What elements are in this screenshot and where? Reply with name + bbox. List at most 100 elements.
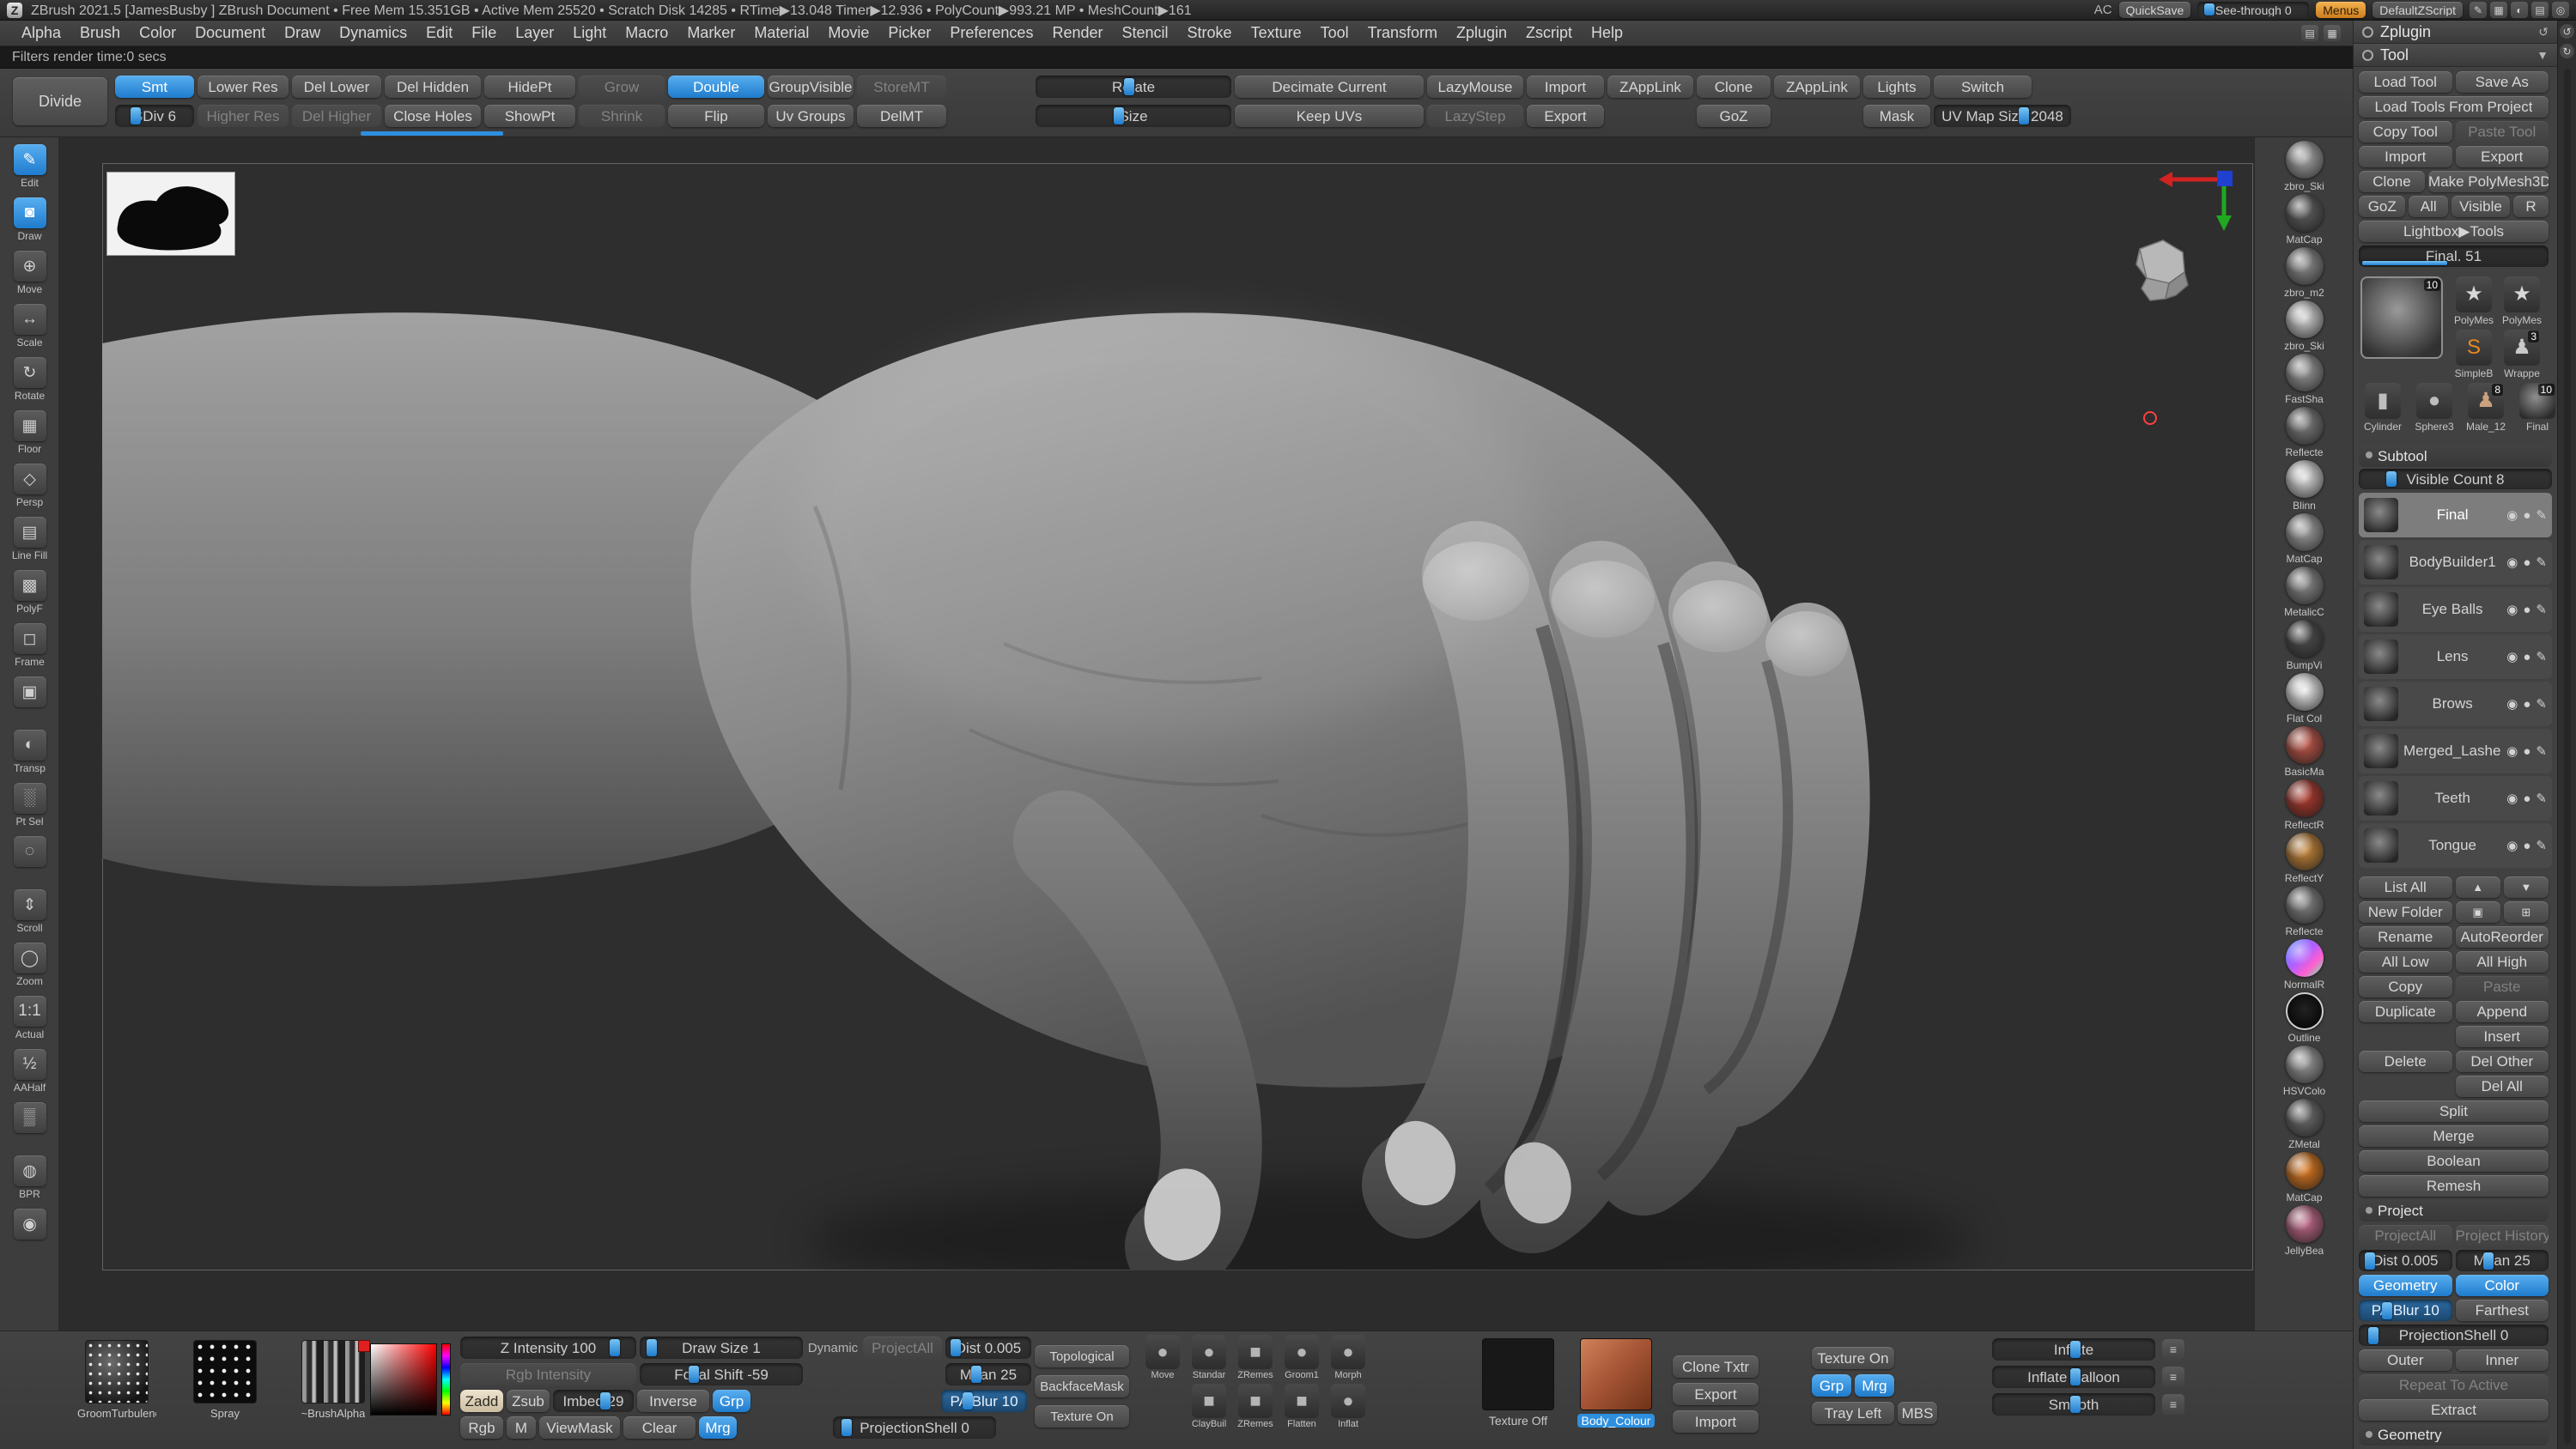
tray-button[interactable]: Mrg (1855, 1374, 1894, 1397)
menu-item[interactable]: Picker (878, 21, 940, 45)
tool-palette-control[interactable]: All High (2456, 951, 2549, 973)
axis-menu-icon[interactable]: ≡ (2162, 1339, 2184, 1360)
tool-palette-control[interactable]: ⊞ (2504, 901, 2549, 923)
tool-palette-control[interactable]: Export (2456, 146, 2549, 167)
tray-button[interactable]: Tray Left (1812, 1402, 1894, 1424)
material-swatch[interactable]: ZMetal (2255, 1099, 2354, 1152)
bottomshelf-control[interactable]: M (507, 1416, 536, 1439)
menu-item[interactable]: Draw (275, 21, 330, 45)
quick-brush[interactable]: ● Move (1142, 1335, 1183, 1380)
tool-palette-control[interactable]: Outer (2359, 1349, 2452, 1371)
tray-button[interactable]: Grp (1812, 1374, 1851, 1397)
material-sphere-icon[interactable] (2286, 460, 2324, 498)
brush-icon[interactable]: ● (1285, 1335, 1319, 1369)
material-swatch[interactable]: MatCap (2255, 513, 2354, 567)
document-canvas[interactable] (59, 137, 2254, 1331)
tray-open-icon[interactable]: ↺ (2560, 24, 2574, 39)
leftshelf-button[interactable]: ◇ Persp (0, 460, 59, 513)
tool-palette-control[interactable]: Geometry (2359, 1275, 2452, 1296)
tool-palette-control[interactable]: Inner (2456, 1349, 2549, 1371)
menu-item[interactable]: Stencil (1113, 21, 1178, 45)
material-sphere-icon[interactable] (2286, 886, 2324, 924)
menu-item[interactable]: Light (563, 21, 616, 45)
tool-palette-control[interactable]: All (2409, 196, 2448, 217)
toggle-button[interactable]: Texture On (1035, 1405, 1129, 1428)
bottomshelf-control[interactable]: Rgb (460, 1416, 503, 1439)
tool-palette-control[interactable]: Dist 0.005 (2359, 1250, 2452, 1271)
leftshelf-button[interactable]: ▣ (0, 673, 59, 726)
material-swatch[interactable]: Blinn (2255, 460, 2354, 513)
brush-thumbnail[interactable] (301, 1340, 365, 1404)
subtool-row[interactable]: Tongue ◉ ● ✎ (2359, 823, 2552, 868)
brush-thumbnail[interactable] (85, 1340, 149, 1404)
material-sphere-icon[interactable] (2286, 513, 2324, 551)
tool-palette-control[interactable]: Final. 51 (2359, 246, 2549, 267)
material-sphere-icon[interactable] (2286, 833, 2324, 870)
body-colour-selector[interactable]: Body_Colour (1577, 1338, 1656, 1428)
paint-icon[interactable]: ● (2523, 603, 2530, 617)
leftshelf-button[interactable]: ½ AAHalf (0, 1046, 59, 1099)
topshelf-control[interactable]: LazyStep (1427, 105, 1523, 127)
menu-item[interactable]: Tool (1311, 21, 1358, 45)
brush-icon[interactable]: ● (1331, 1384, 1365, 1418)
topshelf-control[interactable]: ZAppLink (1774, 76, 1860, 98)
menu-item[interactable]: Color (130, 21, 185, 45)
material-sphere-icon[interactable] (2286, 1046, 2324, 1083)
leftshelf-button[interactable]: ↻ Rotate (0, 354, 59, 407)
tool-palette-control[interactable]: Del Other (2456, 1051, 2549, 1072)
topshelf-control[interactable]: Lower Res (197, 76, 289, 98)
subtool-thumbnail[interactable] (2364, 498, 2398, 532)
deformation-slider[interactable]: Smooth (1992, 1393, 2155, 1416)
palette-collapse-icon[interactable]: ▼ (2537, 48, 2549, 62)
brush-icon[interactable]: ■ (1192, 1384, 1226, 1418)
tool-palette-control[interactable]: AutoReorder (2456, 926, 2549, 948)
subtool-thumbnail[interactable] (2364, 640, 2398, 674)
edit-icon[interactable]: ✎ (2536, 555, 2547, 570)
visible-count-slider[interactable]: Visible Count 8 (2359, 469, 2552, 489)
topshelf-control[interactable]: ZAppLink (1607, 76, 1693, 98)
tool-palette-control[interactable]: Color (2456, 1275, 2549, 1296)
material-sphere-icon[interactable] (2286, 939, 2324, 977)
edit-icon[interactable]: ✎ (2536, 838, 2547, 853)
titlebar-icon[interactable]: ◎ (2552, 2, 2569, 18)
divider-layout-icon[interactable]: ▤ (2301, 25, 2318, 41)
leftshelf-button[interactable]: ░ Pt Sel (0, 779, 59, 833)
bottomshelf-control[interactable]: Mean 25 (945, 1363, 1031, 1385)
tool-thumbnail[interactable]: 10 Final (2515, 383, 2560, 433)
quick-brush[interactable]: ■ Flatten (1281, 1384, 1322, 1429)
menu-item[interactable]: Transform (1358, 21, 1447, 45)
scrollbar-track[interactable] (2564, 69, 2571, 1444)
brush-icon[interactable]: ● (1145, 1335, 1180, 1369)
titlebar-icon[interactable]: ▦ (2490, 2, 2507, 18)
bottomshelf-control[interactable]: PA Blur 10 (941, 1390, 1027, 1412)
palette-refresh-icon[interactable]: ↺ (2538, 25, 2549, 39)
sculpted-hand-model[interactable] (102, 163, 2253, 1270)
material-sphere-icon[interactable] (2286, 354, 2324, 391)
material-swatch[interactable]: ReflectY (2255, 833, 2354, 886)
material-swatch[interactable]: ReflectR (2255, 779, 2354, 833)
topshelf-control[interactable]: Uv Groups (768, 105, 854, 127)
bottomshelf-control[interactable]: Rgb Intensity (460, 1363, 636, 1385)
menu-item[interactable]: Zscript (1516, 21, 1582, 45)
paint-icon[interactable]: ● (2523, 650, 2530, 664)
leftshelf-button[interactable]: ▤ Line Fill (0, 513, 59, 567)
tool-palette-control[interactable]: New Folder (2359, 901, 2452, 923)
tool-palette-control[interactable]: Load Tool (2359, 71, 2452, 93)
active-alpha-thumbnail[interactable] (106, 172, 235, 256)
hue-spectrum-strip[interactable] (441, 1343, 451, 1416)
material-swatch[interactable]: JellyBea (2255, 1205, 2354, 1258)
tray-close-icon[interactable]: ↻ (2560, 44, 2574, 58)
topshelf-control[interactable]: Export (1527, 105, 1604, 127)
topshelf-control[interactable]: Shrink (579, 105, 665, 127)
tool-palette-control[interactable]: Repeat To Active (2359, 1374, 2549, 1396)
tool-palette-control[interactable]: Boolean (2359, 1150, 2549, 1172)
topshelf-control[interactable]: Del Lower (292, 76, 381, 98)
topshelf-control[interactable]: Higher Res (197, 105, 289, 127)
material-swatch[interactable]: Reflecte (2255, 407, 2354, 460)
tool-palette-control[interactable]: R (2513, 196, 2549, 217)
material-sphere-icon[interactable] (2286, 779, 2324, 817)
paint-icon[interactable]: ● (2523, 791, 2530, 806)
leftshelf-button[interactable]: ◯ Zoom (0, 939, 59, 992)
topshelf-control[interactable]: Lights (1863, 76, 1930, 98)
topshelf-control[interactable]: Del Higher (292, 105, 381, 127)
